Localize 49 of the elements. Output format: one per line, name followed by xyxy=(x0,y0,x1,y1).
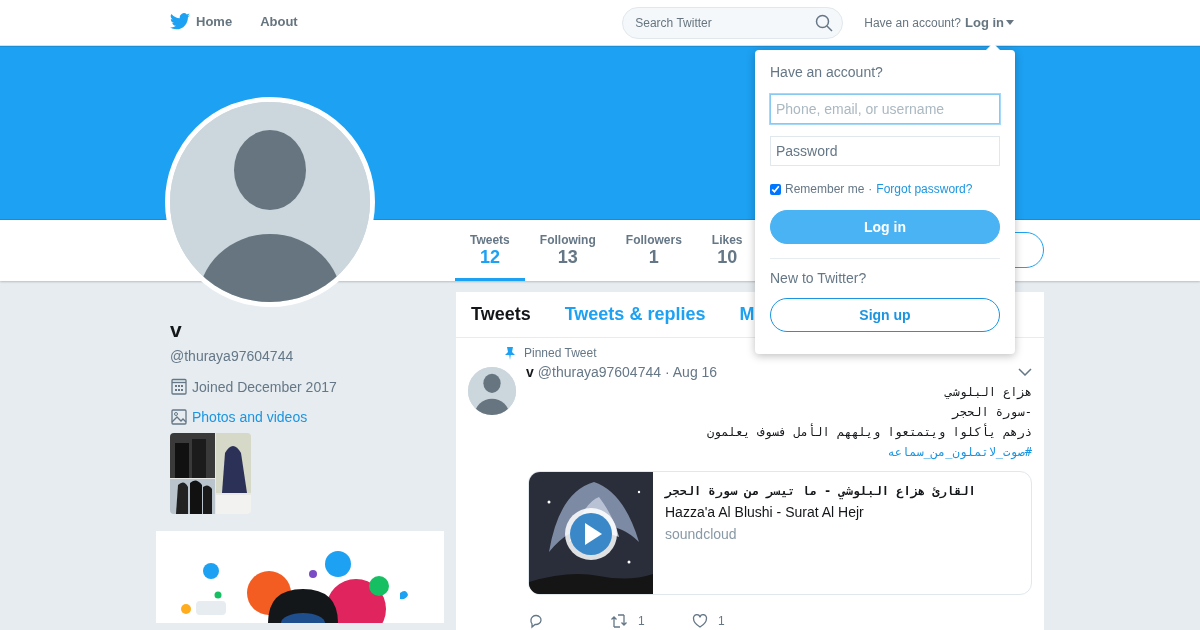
username-field[interactable]: Phone, email, or username xyxy=(770,94,1000,124)
account-prompt: Have an account? xyxy=(864,15,961,30)
bird-icon xyxy=(170,13,190,30)
action-count: 1 xyxy=(638,614,645,628)
login-link[interactable]: Log in xyxy=(965,15,1014,30)
signup-button[interactable]: Sign up xyxy=(770,298,1000,332)
stat-tab[interactable]: Likes 10 xyxy=(696,220,758,281)
calendar-icon xyxy=(171,378,187,395)
tweet-author[interactable]: v xyxy=(526,364,534,380)
forgot-password-link[interactable]: Forgot password? xyxy=(876,182,973,196)
remember-checkbox[interactable] xyxy=(770,183,781,195)
tweet-text: ذرهم يأكلوا ويتمتعوا ويلههم الأمل فسوف يعلمون xyxy=(705,422,1032,441)
retweet-icon[interactable] xyxy=(610,613,628,629)
separator-dot: · xyxy=(868,182,873,196)
timeline-tab[interactable]: M xyxy=(739,304,755,325)
pinned-label: Pinned Tweet xyxy=(524,346,597,360)
card-subtitle: Hazza'a Al Blushi - Surat Al Hejr xyxy=(665,504,865,520)
action-count: 1 xyxy=(718,614,725,628)
image-icon xyxy=(171,409,187,425)
timeline-tab[interactable]: Tweets xyxy=(471,304,531,325)
timeline-tab[interactable]: Tweets & replies xyxy=(564,304,706,325)
card-source: soundcloud xyxy=(665,526,738,542)
nav-link[interactable]: Home xyxy=(170,13,233,32)
remember-label: Remember me xyxy=(785,182,865,196)
nav-link[interactable]: About xyxy=(260,14,298,31)
joined-date: Joined December 2017 xyxy=(192,378,337,395)
tweet-date[interactable]: · Aug 16 xyxy=(665,364,718,380)
tweet-avatar[interactable] xyxy=(468,367,516,415)
profile-name: v xyxy=(169,317,183,342)
hashtag-link[interactable]: #صوت_لاتملون_من_سماعه xyxy=(887,445,1032,459)
dropdown-title: Have an account? xyxy=(770,64,884,80)
signup-prompt: New to Twitter? xyxy=(770,270,868,286)
tweet-text: -سورة الحجر xyxy=(950,404,1032,422)
default-avatar-icon xyxy=(468,367,516,415)
heart-icon[interactable] xyxy=(692,613,708,629)
stat-tab[interactable]: Followers 1 xyxy=(610,220,697,281)
reply-icon[interactable] xyxy=(528,613,544,629)
password-field[interactable]: Password xyxy=(770,136,1000,166)
caret-icon xyxy=(1006,20,1014,25)
photos-link[interactable]: Photos and videos xyxy=(192,409,308,425)
stat-tab[interactable]: Following 13 xyxy=(524,220,611,281)
chevron-icon[interactable] xyxy=(1018,368,1032,376)
tweet-handle[interactable]: @thuraya97604744 xyxy=(537,364,661,380)
stat-tab[interactable]: Tweets 12 xyxy=(455,220,525,281)
card-title: القارئ هزاع البلوشي - ما تيسر من سورة الحجر xyxy=(665,484,976,498)
search-icon[interactable] xyxy=(815,13,834,32)
search-field[interactable]: Search Twitter xyxy=(622,6,844,39)
profile-handle: @thuraya97604744 xyxy=(169,347,295,364)
tweet-text: هزاع البلوشي xyxy=(943,384,1032,402)
